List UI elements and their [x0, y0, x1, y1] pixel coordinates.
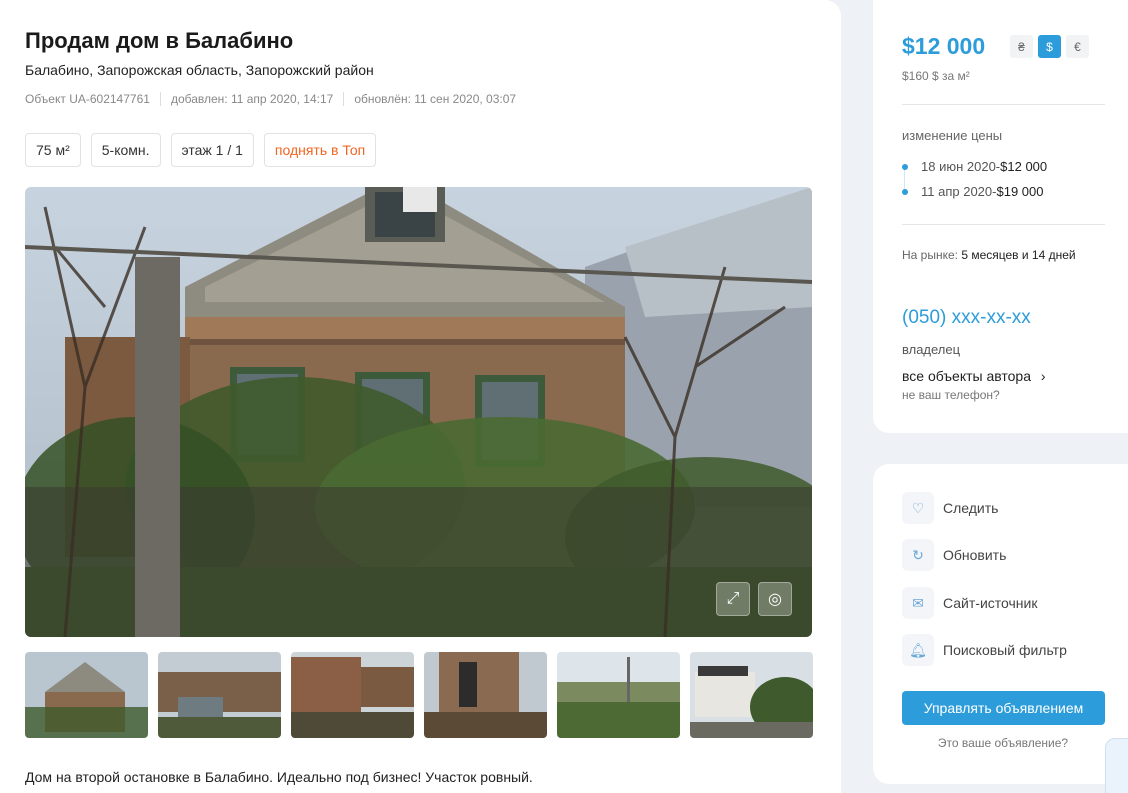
added-date: добавлен: 11 апр 2020, 14:17 — [170, 92, 334, 106]
page-title: Продам дом в Балабино — [25, 28, 294, 53]
house-image — [25, 187, 812, 637]
history-dot — [902, 163, 908, 170]
price-history-title: изменение цены — [902, 128, 1003, 143]
search-filter-button[interactable]: 🔔︎ Поисковый фильтр — [902, 634, 1067, 666]
chat-widget[interactable] — [1105, 738, 1128, 793]
price: $12 000 — [902, 33, 986, 59]
main-photo[interactable]: ⤢ ◎ — [25, 187, 812, 637]
all-author-objects-link[interactable]: все объекты автора › — [902, 368, 1046, 384]
heart-icon: ♡ — [902, 492, 934, 524]
divider — [902, 224, 1105, 225]
history-dot — [902, 188, 908, 195]
listing-card: Продам дом в Балабино Балабино, Запорожс… — [0, 0, 841, 793]
thumbnail[interactable] — [158, 652, 281, 738]
currency-uah-button[interactable]: ₴ — [1010, 35, 1033, 58]
currency-usd-button[interactable]: $ — [1038, 35, 1061, 58]
refresh-icon: ↻ — [902, 539, 934, 571]
divider — [902, 104, 1105, 105]
price-history-entry: 11 апр 2020 - $19 000 — [902, 184, 1043, 199]
price-card: $12 000 ₴ $ € $160 $ за м² изменение цен… — [873, 0, 1128, 433]
object-id: Объект UA-602147761 — [25, 92, 150, 106]
thumbnail[interactable] — [25, 652, 148, 738]
currency-eur-button[interactable]: € — [1066, 35, 1089, 58]
address: Балабино, Запорожская область, Запорожск… — [25, 62, 374, 78]
property-chips: 75 м² 5-комн. этаж 1 / 1 поднять в Топ — [25, 133, 377, 167]
time-on-market: На рынке: 5 месяцев и 14 дней — [902, 248, 1076, 262]
price-per-meter: $160 $ за м² — [902, 69, 970, 83]
phone-number[interactable]: (050) xxx-xx-xx — [902, 307, 1031, 329]
not-your-phone-link[interactable]: не ваш телефон? — [902, 388, 1000, 402]
area-chip: 75 м² — [25, 133, 81, 167]
currency-switcher: ₴ $ € — [1010, 35, 1089, 58]
fingerprint-icon[interactable]: ◎ — [758, 582, 792, 616]
mail-icon: ✉ — [902, 587, 934, 619]
description: Дом на второй остановке в Балабино. Идеа… — [25, 769, 533, 785]
actions-card: ♡ Следить ↻ Обновить ✉ Сайт-источник 🔔︎ … — [873, 464, 1128, 784]
manage-listing-button[interactable]: Управлять объявлением — [902, 691, 1105, 725]
meta-divider — [159, 92, 161, 106]
your-listing-link[interactable]: Это ваше объявление? — [873, 736, 1128, 750]
bell-icon: 🔔︎ — [902, 634, 934, 666]
thumbnail[interactable] — [291, 652, 414, 738]
thumbnail[interactable] — [557, 652, 680, 738]
expand-icon[interactable]: ⤢ — [716, 582, 750, 616]
listing-meta: Объект UA-602147761 добавлен: 11 апр 202… — [25, 92, 516, 106]
thumbnail[interactable] — [424, 652, 547, 738]
price-history-entry: 18 июн 2020 - $12 000 — [902, 159, 1047, 174]
rooms-chip: 5-комн. — [90, 133, 161, 167]
follow-button[interactable]: ♡ Следить — [902, 492, 998, 524]
seller-role: владелец — [902, 342, 961, 357]
thumbnail[interactable] — [690, 652, 813, 738]
thumbnail-strip — [25, 652, 813, 738]
chevron-right-icon: › — [1040, 368, 1046, 384]
refresh-button[interactable]: ↻ Обновить — [902, 539, 1006, 571]
floor-chip: этаж 1 / 1 — [170, 133, 254, 167]
source-site-button[interactable]: ✉ Сайт-источник — [902, 587, 1037, 619]
updated-date: обновлён: 11 сен 2020, 03:07 — [354, 92, 517, 106]
meta-divider — [343, 92, 345, 106]
promote-button[interactable]: поднять в Топ — [263, 133, 377, 167]
